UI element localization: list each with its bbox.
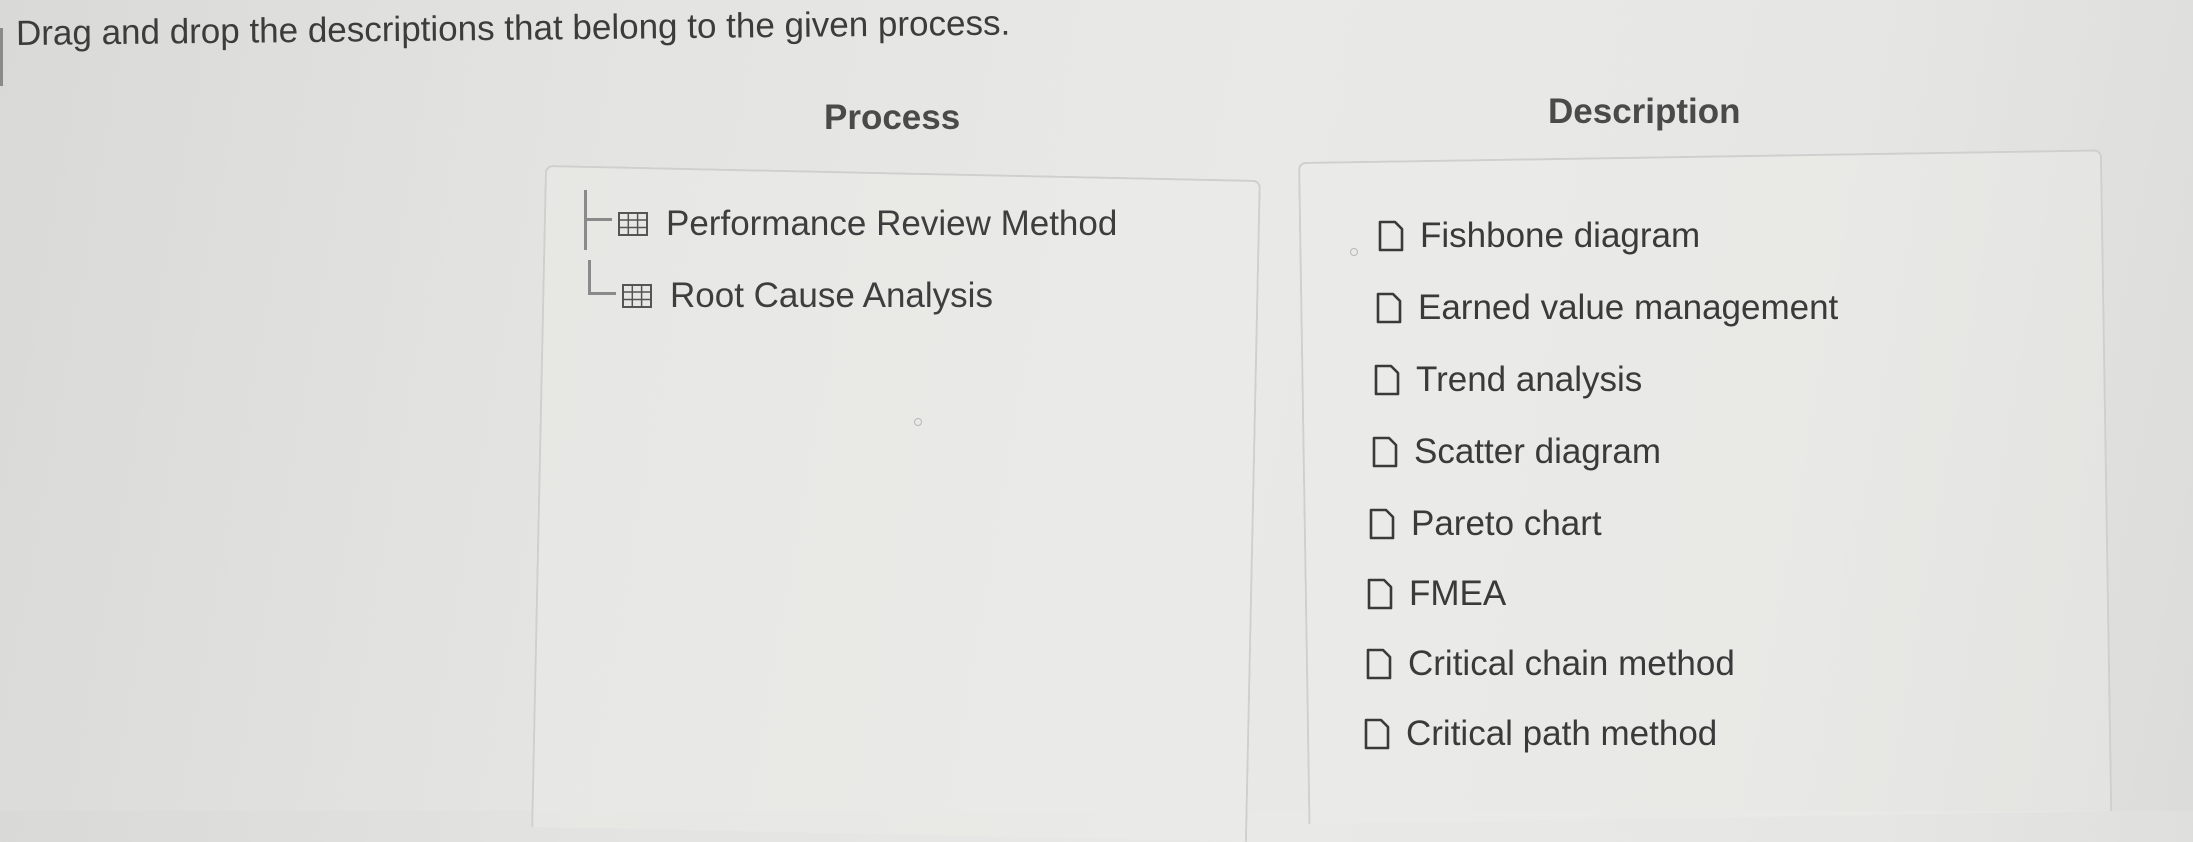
document-icon: [1374, 364, 1400, 396]
description-item-label: Critical chain method: [1408, 644, 1735, 683]
table-grid-icon: [618, 212, 648, 236]
process-column-heading: Process: [824, 98, 961, 137]
process-item-label: Performance Review Method: [666, 204, 1118, 243]
description-item-label: Fishbone diagram: [1420, 216, 1701, 255]
tree-connector: [580, 188, 618, 260]
description-column-heading: Description: [1548, 92, 1741, 131]
draggable-description-item[interactable]: Critical path method: [1364, 700, 1838, 768]
draggable-description-item[interactable]: Earned value management: [1376, 272, 1838, 344]
document-icon: [1364, 718, 1390, 750]
process-drop-target-performance-review[interactable]: Performance Review Method: [580, 188, 1117, 260]
description-item-label: Scatter diagram: [1414, 432, 1662, 471]
document-icon: [1367, 578, 1393, 610]
description-item-label: Critical path method: [1406, 714, 1718, 753]
screen-speck: [914, 418, 922, 426]
question-left-rule: [0, 28, 3, 86]
draggable-description-item[interactable]: Pareto chart: [1369, 488, 1838, 560]
draggable-description-item[interactable]: Scatter diagram: [1372, 416, 1838, 488]
description-item-label: Pareto chart: [1411, 504, 1602, 543]
description-item-label: Trend analysis: [1416, 360, 1643, 399]
draggable-description-item[interactable]: Critical chain method: [1366, 628, 1838, 700]
document-icon: [1366, 648, 1392, 680]
description-list: Fishbone diagram Earned value management…: [1362, 200, 1838, 768]
process-item-label: Root Cause Analysis: [670, 276, 993, 315]
document-icon: [1372, 436, 1398, 468]
table-grid-icon: [622, 284, 652, 308]
draggable-description-item[interactable]: FMEA: [1367, 560, 1838, 628]
screen-speck: [1350, 248, 1358, 256]
draggable-description-item[interactable]: Fishbone diagram: [1378, 200, 1838, 272]
document-icon: [1378, 220, 1404, 252]
process-tree: Performance Review Method Root Cause Ana…: [580, 188, 1117, 332]
description-item-label: FMEA: [1409, 574, 1507, 613]
draggable-description-item[interactable]: Trend analysis: [1374, 344, 1838, 416]
document-icon: [1376, 292, 1402, 324]
tree-connector: [584, 260, 622, 332]
description-item-label: Earned value management: [1418, 288, 1839, 327]
process-drop-target-root-cause-analysis[interactable]: Root Cause Analysis: [584, 260, 1117, 332]
document-icon: [1369, 508, 1395, 540]
instruction-text: Drag and drop the descriptions that belo…: [15, 3, 1011, 53]
